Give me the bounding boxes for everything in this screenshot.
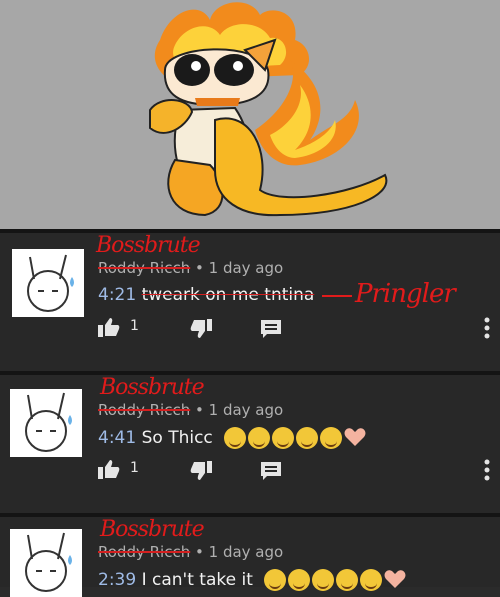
- handwritten-annotation: Pringler: [355, 279, 456, 309]
- comment-age: 1 day ago: [208, 401, 284, 419]
- thumbs-up-icon[interactable]: [98, 317, 120, 337]
- laughing-emoji-icon: [224, 427, 247, 449]
- comment-text: So Thicc: [141, 428, 213, 448]
- avatar-sketch: [27, 254, 74, 312]
- comment-meta: Roddy Ricch • 1 day ago: [98, 543, 283, 561]
- comment-body: 2:39 I can't take it: [98, 569, 406, 591]
- author-name[interactable]: Roddy Ricch: [98, 401, 190, 419]
- laughing-emoji-icon: [264, 569, 287, 591]
- heart-emoji-icon: [384, 570, 406, 588]
- heart-emoji-icon: [344, 428, 366, 446]
- emoji-group: [224, 427, 366, 449]
- comment-age: 1 day ago: [208, 259, 284, 277]
- more-vert-icon[interactable]: [484, 317, 490, 339]
- meta-separator: •: [195, 401, 204, 419]
- comment-actions: 1: [98, 315, 498, 341]
- cartoon-drawing: [0, 0, 500, 229]
- avatar[interactable]: [12, 249, 84, 317]
- comment-card-3: Bossbrute Roddy Ricch • 1 day ago 2:39 I…: [0, 517, 500, 597]
- laughing-emoji-icon: [296, 427, 319, 449]
- reply-icon[interactable]: [260, 319, 282, 339]
- video-timestamp-link[interactable]: 4:41: [98, 428, 136, 448]
- comment-meta: Roddy Ricch • 1 day ago: [98, 259, 283, 277]
- emoji-group: [264, 569, 406, 591]
- handwritten-username: Bossbrute: [96, 233, 201, 258]
- comment-body: 4:21 tweark on me tntina: [98, 285, 314, 305]
- handwritten-username: Bossbrute: [100, 517, 205, 542]
- laughing-emoji-icon: [320, 427, 343, 449]
- avatar[interactable]: [10, 389, 82, 457]
- comment-age: 1 day ago: [208, 543, 284, 561]
- comment-card-1: Bossbrute Roddy Ricch • 1 day ago 4:21 t…: [0, 233, 500, 371]
- author-name[interactable]: Roddy Ricch: [98, 543, 190, 561]
- like-count: 1: [130, 460, 139, 476]
- video-timestamp-link[interactable]: 4:21: [98, 285, 136, 305]
- comment-actions: 1: [98, 457, 498, 483]
- comment-text: tweark on me tntina: [141, 285, 315, 305]
- laughing-emoji-icon: [288, 569, 311, 591]
- fire-cat-illustration: [149, 2, 388, 217]
- comment-meta: Roddy Ricch • 1 day ago: [98, 401, 283, 419]
- video-timestamp-link[interactable]: 2:39: [98, 570, 136, 590]
- comment-text: I can't take it: [141, 570, 253, 590]
- author-name[interactable]: Roddy Ricch: [98, 259, 190, 277]
- avatar-sketch: [25, 392, 72, 452]
- comment-body: 4:41 So Thicc: [98, 427, 366, 449]
- meta-separator: •: [195, 543, 204, 561]
- handwritten-username: Bossbrute: [100, 375, 205, 400]
- laughing-emoji-icon: [248, 427, 271, 449]
- meta-separator: •: [195, 259, 204, 277]
- laughing-emoji-icon: [336, 569, 359, 591]
- laughing-emoji-icon: [272, 427, 295, 449]
- laughing-emoji-icon: [312, 569, 335, 591]
- more-vert-icon[interactable]: [484, 459, 490, 481]
- like-count: 1: [130, 318, 139, 334]
- annotation-line: [322, 295, 352, 297]
- thumbs-down-icon[interactable]: [190, 319, 212, 339]
- thumbs-up-icon[interactable]: [98, 459, 120, 479]
- laughing-emoji-icon: [360, 569, 383, 591]
- comment-card-2: Bossbrute Roddy Ricch • 1 day ago 4:41 S…: [0, 375, 500, 513]
- reply-icon[interactable]: [260, 461, 282, 481]
- thumbs-down-icon[interactable]: [190, 461, 212, 481]
